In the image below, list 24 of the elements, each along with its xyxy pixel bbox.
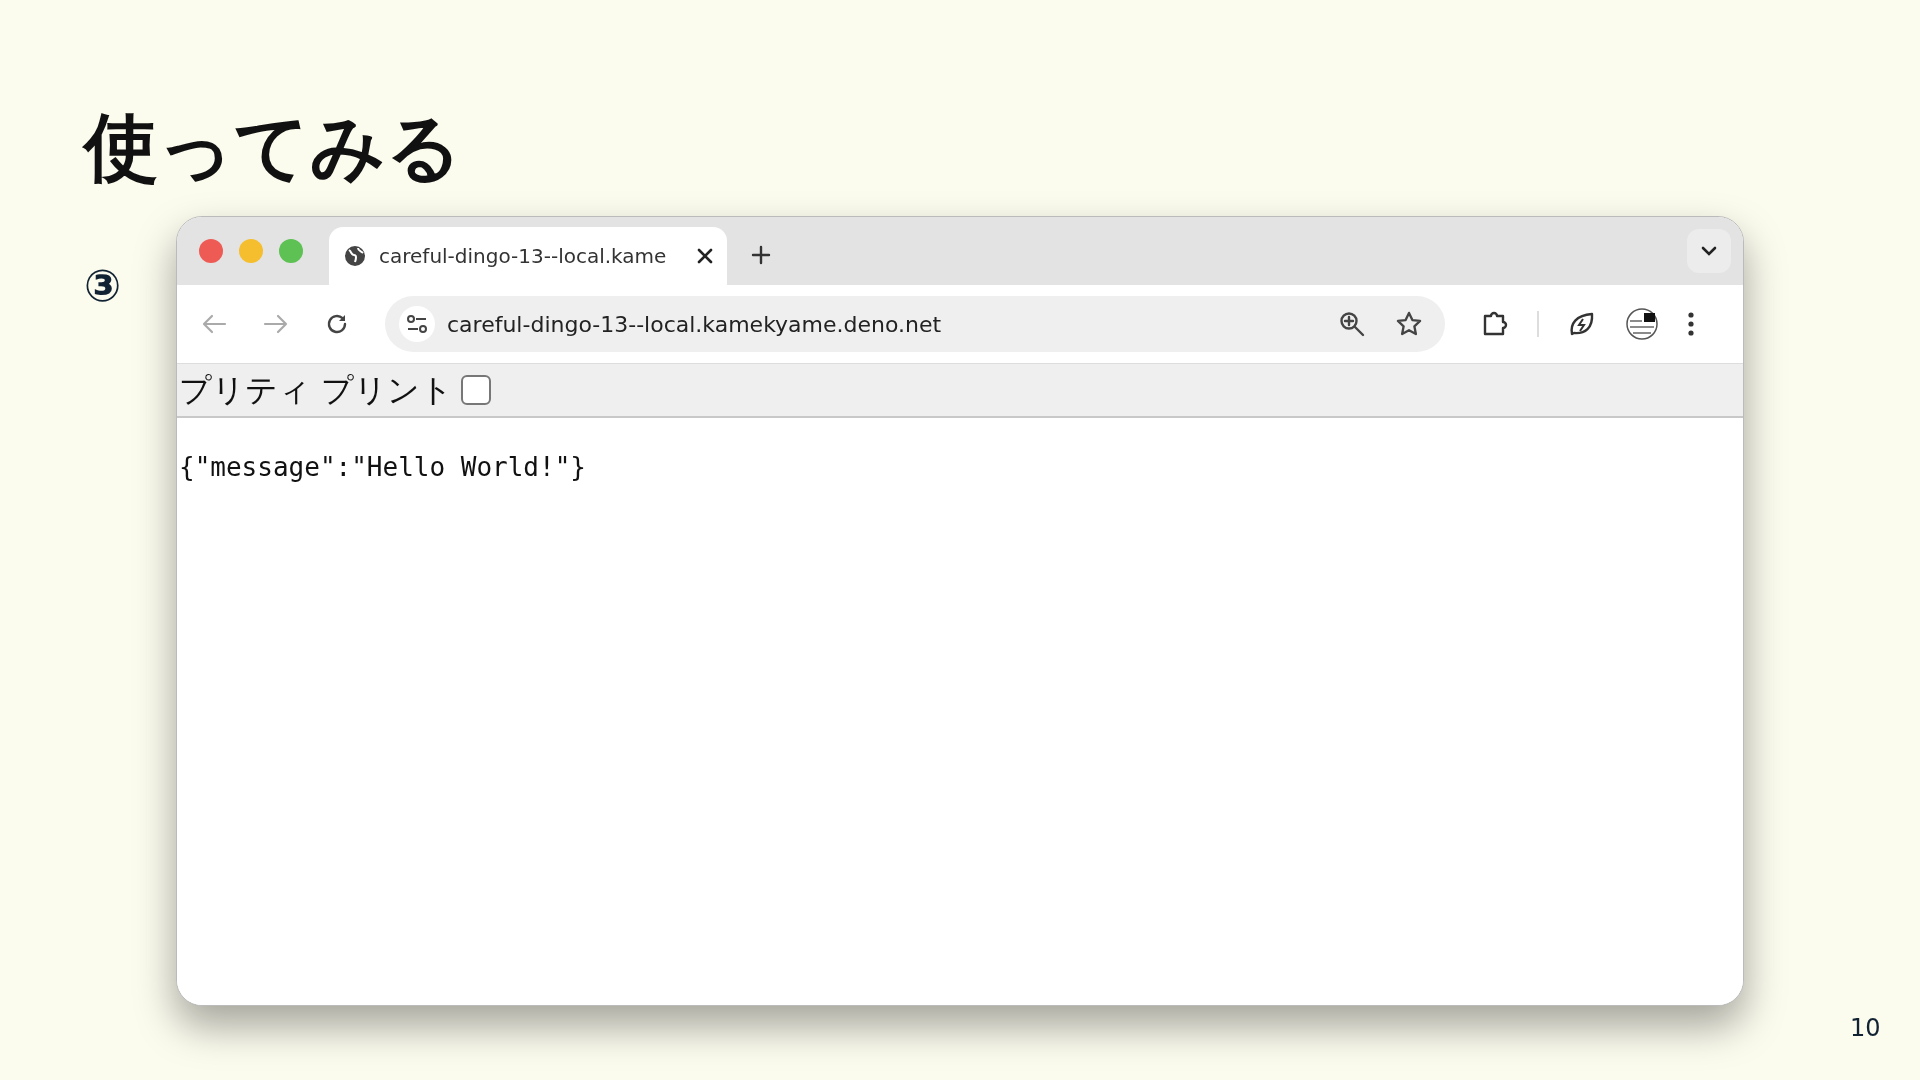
new-tab-icon[interactable]	[751, 245, 771, 265]
leaf-icon[interactable]	[1567, 310, 1595, 338]
slide-title: 使ってみる	[84, 110, 462, 184]
page-number: 10	[1850, 1013, 1881, 1044]
address-bar[interactable]: careful-dingo-13--local.kamekyame.deno.net	[385, 296, 1445, 352]
profile-avatar-icon[interactable]	[1625, 307, 1659, 341]
close-tab-icon[interactable]	[697, 248, 713, 264]
tab-search-button[interactable]	[1687, 229, 1731, 273]
globe-icon	[343, 244, 367, 268]
json-response-text: {"message":"Hello World!"}	[179, 451, 586, 484]
chevron-down-icon	[1701, 246, 1717, 256]
url-text: careful-dingo-13--local.kamekyame.deno.net	[447, 310, 942, 339]
pretty-print-label: プリティ プリント	[179, 374, 454, 406]
browser-tab[interactable]: careful-dingo-13--local.kame	[329, 227, 727, 285]
reload-icon[interactable]	[325, 312, 349, 336]
pretty-print-checkbox[interactable]	[461, 375, 492, 405]
menu-icon[interactable]	[1687, 311, 1695, 337]
zoom-icon[interactable]	[1339, 311, 1365, 337]
bookmark-star-icon[interactable]	[1395, 310, 1423, 338]
site-settings-icon[interactable]	[406, 314, 428, 334]
step-marker: ③	[84, 264, 122, 308]
tab-title: careful-dingo-13--local.kame	[379, 243, 668, 270]
close-window-button[interactable]	[199, 239, 223, 263]
extensions-icon[interactable]	[1481, 310, 1509, 338]
